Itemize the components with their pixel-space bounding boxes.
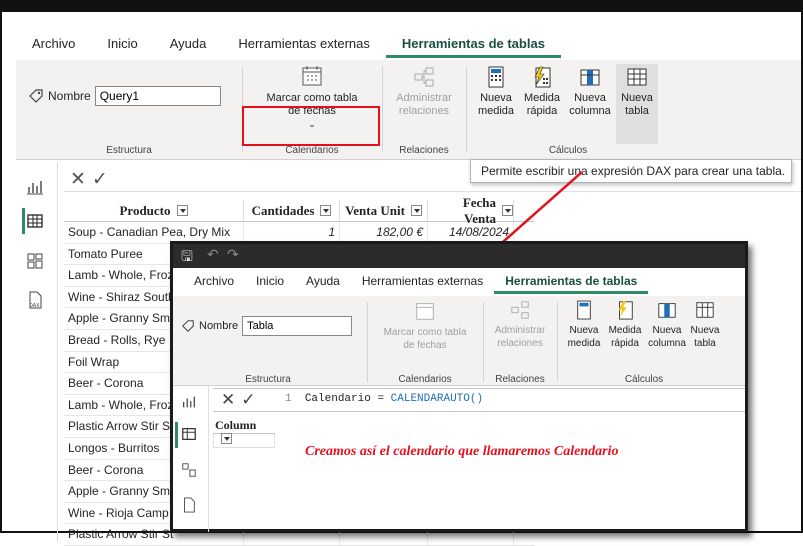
- report-view-icon[interactable]: [181, 394, 201, 414]
- inset-menu-herramientas-externas[interactable]: Herramientas externas: [351, 268, 494, 294]
- inset-manage-relations-button[interactable]: Administrar relaciones: [487, 300, 553, 350]
- inset-menu-archivo[interactable]: Archivo: [183, 268, 245, 294]
- inset-formula-bar: ✕✓ 1 Calendario = CALENDARAUTO(): [213, 388, 745, 412]
- quick-measure-icon: [605, 300, 645, 320]
- undo-icon[interactable]: ↶: [207, 246, 219, 263]
- dax-formula-input[interactable]: 1 Calendario = CALENDARAUTO(): [285, 393, 483, 405]
- inset-screenshot: 🖫 ↶ ↷ Archivo Inicio Ayuda Herramientas …: [170, 241, 748, 532]
- annotation-caption: Creamos así el calendario que llamaremos…: [305, 444, 619, 459]
- data-view-icon[interactable]: [181, 426, 201, 446]
- calculator-icon: [565, 300, 603, 320]
- calendar-icon: [369, 300, 481, 322]
- filter-dropdown-icon[interactable]: [221, 433, 232, 444]
- inset-menu-inicio[interactable]: Inicio: [245, 268, 295, 294]
- inset-menu-herramientas-tablas[interactable]: Herramientas de tablas: [494, 268, 649, 294]
- dax-query-view-icon[interactable]: [181, 496, 201, 516]
- inset-new-table-button[interactable]: Nueva tabla: [687, 300, 723, 350]
- cancel-confirm-icons[interactable]: ✕✓: [221, 390, 262, 410]
- table-icon: [687, 300, 723, 320]
- model-view-icon[interactable]: [181, 462, 201, 482]
- app-window: Archivo Inicio Ayuda Herramientas extern…: [0, 0, 803, 546]
- active-view-indicator: [175, 422, 178, 448]
- inset-view-sidebar: [173, 386, 209, 532]
- inset-menu-ayuda[interactable]: Ayuda: [295, 268, 351, 294]
- redo-icon[interactable]: ↷: [227, 246, 239, 263]
- inset-column-header[interactable]: Column: [213, 416, 275, 452]
- relations-icon: [487, 300, 553, 320]
- inset-titlebar: 🖫 ↶ ↷: [173, 244, 745, 268]
- inset-table-name-input[interactable]: [242, 316, 353, 336]
- inset-new-measure-button[interactable]: Nueva medida: [565, 300, 603, 350]
- inset-mark-date-table-button[interactable]: Marcar como tabla de fechas: [369, 300, 481, 352]
- tag-icon: [181, 319, 195, 333]
- inset-menu-bar: Archivo Inicio Ayuda Herramientas extern…: [173, 268, 745, 294]
- save-icon[interactable]: 🖫: [181, 246, 193, 270]
- inset-quick-measure-button[interactable]: Medida rápida: [605, 300, 645, 350]
- column-icon: [647, 300, 687, 320]
- inset-new-column-button[interactable]: Nueva columna: [647, 300, 687, 350]
- inset-ribbon: Nombre Estructura Marcar como tabla de f…: [173, 296, 745, 386]
